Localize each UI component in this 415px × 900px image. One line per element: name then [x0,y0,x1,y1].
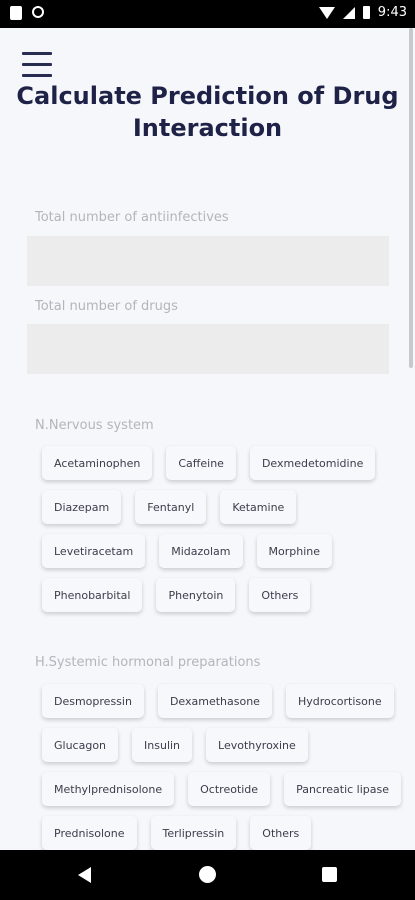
sim-card-icon [10,6,22,20]
recent-apps-icon[interactable] [322,867,337,882]
drugs-label: Total number of drugs [35,299,178,314]
section-title-hormonal: H.Systemic hormonal preparations [35,655,261,670]
chip-dexamethasone[interactable]: Dexamethasone [157,684,272,718]
page-title: Calculate Prediction of Drug Interaction [16,82,399,142]
chip-insulin[interactable]: Insulin [132,728,193,762]
main-content[interactable]: Calculate Prediction of Drug Interaction… [0,28,415,850]
navigation-bar [0,850,415,900]
cell-signal-icon [342,6,355,19]
chip-dexmedetomidine[interactable]: Dexmedetomidine [249,446,376,480]
chip-others-hormonal[interactable]: Others [250,816,312,850]
sync-icon [32,6,44,18]
chip-terlipressin[interactable]: Terlipressin [150,816,237,850]
chip-ketamine[interactable]: Ketamine [220,490,297,524]
status-bar: 9:43 [0,0,415,28]
antiinfectives-label: Total number of antiinfectives [35,210,229,225]
scrollbar[interactable] [409,28,413,368]
chip-prednisolone[interactable]: Prednisolone [42,816,137,850]
hamburger-menu-icon[interactable] [22,52,52,78]
chip-levetiracetam[interactable]: Levetiracetam [42,534,146,568]
chip-others-nervous[interactable]: Others [249,578,311,612]
chip-acetaminophen[interactable]: Acetaminophen [42,446,153,480]
chip-caffeine[interactable]: Caffeine [166,446,236,480]
chip-morphine[interactable]: Morphine [256,534,332,568]
chip-fentanyl[interactable]: Fentanyl [135,490,207,524]
home-icon[interactable] [199,866,216,883]
battery-icon [362,6,370,19]
chip-glucagon[interactable]: Glucagon [42,728,119,762]
chip-desmopressin[interactable]: Desmopressin [42,684,144,718]
nervous-system-chip-list: Acetaminophen Caffeine Dexmedetomidine D… [42,446,402,612]
back-icon[interactable] [78,867,91,883]
status-time: 9:43 [377,5,407,20]
drugs-input[interactable] [27,324,389,374]
section-title-nervous-system: N.Nervous system [35,418,154,433]
chip-pancreatic-lipase[interactable]: Pancreatic lipase [284,772,401,806]
chip-hydrocortisone[interactable]: Hydrocortisone [285,684,394,718]
chip-octreotide[interactable]: Octreotide [188,772,271,806]
chip-phenobarbital[interactable]: Phenobarbital [42,578,143,612]
wifi-icon [318,6,335,19]
hormonal-chip-list: Desmopressin Dexamethasone Hydrocortison… [42,684,402,850]
chip-diazepam[interactable]: Diazepam [42,490,122,524]
chip-midazolam[interactable]: Midazolam [159,534,243,568]
chip-levothyroxine[interactable]: Levothyroxine [206,728,308,762]
chip-phenytoin[interactable]: Phenytoin [156,578,236,612]
chip-methylprednisolone[interactable]: Methylprednisolone [42,772,175,806]
antiinfectives-input[interactable] [27,236,389,286]
